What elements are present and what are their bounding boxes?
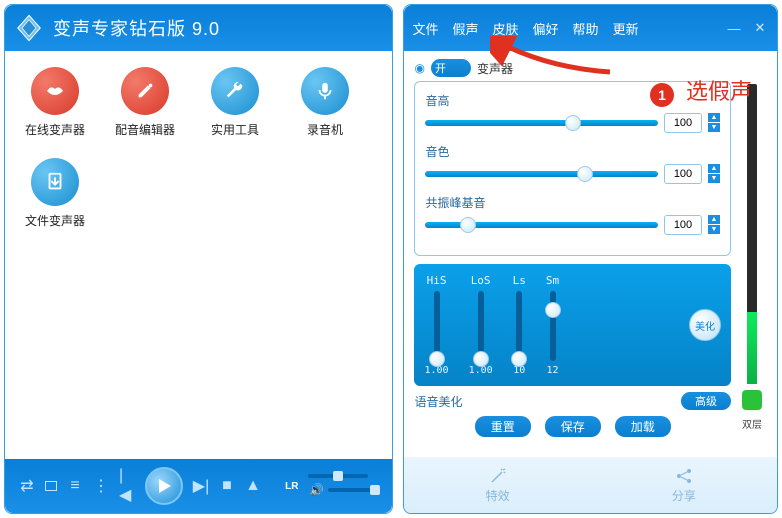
tool-label: 配音编辑器	[115, 121, 175, 138]
tool-label: 录音机	[307, 121, 343, 138]
effects-tab[interactable]: 特效	[486, 467, 510, 504]
bottom-tabs: 特效 分享	[404, 457, 777, 513]
dub-editor[interactable]: 配音编辑器	[115, 67, 175, 138]
tool-label: 在线变声器	[25, 121, 85, 138]
eq-box: HiS 1.00 LoS 1.00 Ls 10 Sm 12 美化	[414, 264, 731, 386]
advanced-button[interactable]: 高级	[681, 392, 731, 410]
beautify-button[interactable]: 美化	[689, 309, 721, 341]
dual-layer-icon[interactable]	[742, 390, 762, 410]
wand-icon	[489, 467, 507, 485]
doc-icon	[31, 158, 79, 206]
volume-slider[interactable]	[328, 488, 378, 492]
shuffle-icon[interactable]: ⇄	[19, 478, 35, 494]
timbre-label: 音色	[425, 143, 720, 160]
timbre-value[interactable]: 100	[664, 164, 702, 184]
eq-Ls-value: 10	[513, 365, 525, 376]
playlist-icon[interactable]: ≡	[67, 478, 83, 494]
play-button[interactable]	[145, 467, 183, 505]
eq-HiS-value: 1.00	[424, 365, 448, 376]
close-icon[interactable]: ✕	[751, 19, 769, 37]
pitch-up[interactable]: ▲	[708, 113, 720, 123]
lr-label: LR	[285, 481, 298, 492]
pitch-label: 音高	[425, 92, 720, 109]
pitch-value[interactable]: 100	[664, 113, 702, 133]
menu-file[interactable]: 文件	[412, 19, 438, 38]
eq-Ls-label: Ls	[513, 274, 526, 287]
online-voice-changer[interactable]: 在线变声器	[25, 67, 85, 138]
formant-slider[interactable]	[425, 222, 658, 228]
timbre-down[interactable]: ▼	[708, 174, 720, 184]
lips-icon	[31, 67, 79, 115]
eq-Sm-label: Sm	[546, 274, 559, 287]
eq-LoS-slider[interactable]	[478, 291, 484, 361]
tool-label: 文件变声器	[25, 212, 85, 229]
load-button[interactable]: 加载	[615, 416, 671, 437]
eq-Ls-slider[interactable]	[516, 291, 522, 361]
formant-up[interactable]: ▲	[708, 215, 720, 225]
save-button[interactable]: 保存	[545, 416, 601, 437]
wrench-icon	[211, 67, 259, 115]
timbre-slider[interactable]	[425, 171, 658, 177]
share-icon	[675, 467, 693, 485]
formant-label: 共振峰基音	[425, 194, 720, 211]
timbre-up[interactable]: ▲	[708, 164, 720, 174]
sliders-box: 音高100▲▼音色100▲▼共振峰基音100▲▼	[414, 81, 731, 256]
titlebar: 变声专家钻石版 9.0	[5, 5, 392, 51]
app-title: 变声专家钻石版 9.0	[53, 15, 220, 41]
tool-label: 实用工具	[211, 121, 259, 138]
volume-icon[interactable]: 🔊	[308, 482, 324, 498]
dual-layer-label: 双层	[742, 416, 762, 431]
recorder[interactable]: 录音机	[295, 67, 355, 138]
vu-meter	[747, 84, 757, 384]
file-voice-changer[interactable]: 文件变声器	[25, 158, 85, 229]
eq-Sm-slider[interactable]	[550, 291, 556, 361]
pitch-down[interactable]: ▼	[708, 123, 720, 133]
menu-skin[interactable]: 皮肤	[493, 19, 519, 38]
balance-slider[interactable]	[308, 474, 368, 478]
eq-Sm-value: 12	[547, 365, 559, 376]
share-tab[interactable]: 分享	[672, 467, 696, 504]
voice-changer-label: 变声器	[477, 60, 513, 77]
utilities[interactable]: 实用工具	[205, 67, 265, 138]
menu-help[interactable]: 帮助	[573, 19, 599, 38]
voice-beauty-label: 语音美化	[414, 393, 462, 410]
mic-icon	[301, 67, 349, 115]
menu-falsetto[interactable]: 假声	[453, 19, 479, 38]
pitch-slider[interactable]	[425, 120, 658, 126]
left-panel: 变声专家钻石版 9.0 在线变声器 配音编辑器 实用工具 录音机文件变声器 ⇄ ≡ ⋮…	[4, 4, 393, 514]
right-panel: 文件 假声 皮肤 偏好 帮助 更新 — ✕ ◉ 开 变声器 音高100▲▼音色1…	[403, 4, 778, 514]
settings-dots-icon[interactable]: ⋮	[93, 478, 109, 494]
repeat-icon[interactable]	[45, 481, 57, 491]
formant-down[interactable]: ▼	[708, 225, 720, 235]
eq-LoS-value: 1.00	[469, 365, 493, 376]
eject-icon[interactable]: ▲	[245, 478, 261, 494]
player-bar: ⇄ ≡ ⋮ |◀ ▶| ■ ▲ LR 🔊	[5, 459, 392, 513]
reset-button[interactable]: 重置	[475, 416, 531, 437]
eq-HiS-slider[interactable]	[434, 291, 440, 361]
menubar: 文件 假声 皮肤 偏好 帮助 更新 — ✕	[404, 5, 777, 51]
stop-icon[interactable]: ■	[219, 478, 235, 494]
right-content: ◉ 开 变声器 音高100▲▼音色100▲▼共振峰基音100▲▼ HiS1.00…	[404, 51, 777, 457]
menu-update[interactable]: 更新	[613, 19, 639, 38]
tools-grid: 在线变声器 配音编辑器 实用工具 录音机文件变声器	[5, 51, 392, 459]
prev-icon[interactable]: |◀	[119, 478, 135, 494]
brush-icon	[121, 67, 169, 115]
app-logo-icon	[15, 14, 43, 42]
formant-value[interactable]: 100	[664, 215, 702, 235]
voice-changer-toggle[interactable]: 开	[431, 59, 471, 77]
menu-pref[interactable]: 偏好	[533, 19, 559, 38]
eq-LoS-label: LoS	[471, 274, 491, 287]
minimize-icon[interactable]: —	[725, 19, 743, 37]
eq-HiS-label: HiS	[427, 274, 447, 287]
toggle-bullet: ◉	[414, 61, 424, 75]
next-icon[interactable]: ▶|	[193, 478, 209, 494]
